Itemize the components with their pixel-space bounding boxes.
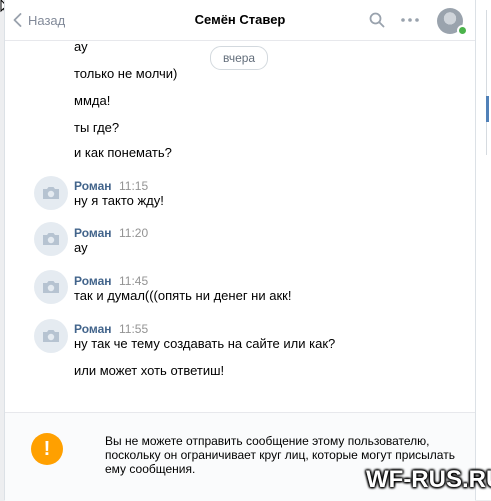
- site-watermark: WF-RUS.RU: [366, 466, 491, 493]
- camera-icon: [43, 281, 59, 293]
- date-separator: вчера: [210, 46, 269, 70]
- notice-text: ему сообщения.: [105, 462, 196, 476]
- back-label: Назад: [28, 12, 66, 28]
- camera-icon: [43, 233, 59, 245]
- side-panel-edge: [475, 0, 491, 500]
- message-author[interactable]: Роман: [74, 322, 112, 336]
- message-text: ну так че тему создавать на сайте или ка…: [74, 336, 336, 351]
- warning-icon: !: [31, 433, 63, 465]
- message-history[interactable]: ау вчера только не молчи) ммда! ты где? …: [5, 39, 475, 412]
- search-icon[interactable]: [369, 12, 385, 28]
- message-text: ммда!: [74, 93, 111, 108]
- message-avatar[interactable]: [34, 319, 68, 353]
- message-time: 11:15: [119, 179, 149, 193]
- message-avatar[interactable]: [34, 270, 68, 304]
- message-author[interactable]: Роман: [74, 274, 112, 288]
- scrollbar-track[interactable]: [486, 10, 487, 155]
- message-author[interactable]: Роман: [74, 179, 112, 193]
- message-avatar[interactable]: [34, 222, 68, 256]
- message-text: или может хоть ответиш!: [74, 363, 225, 378]
- chevron-left-icon: [13, 13, 22, 27]
- back-button[interactable]: Назад: [13, 9, 65, 31]
- message-text: ну я такто жду!: [74, 193, 164, 208]
- message-text: только не молчи): [74, 66, 178, 81]
- message-text: ау: [74, 240, 88, 255]
- message-text: ты где?: [74, 120, 120, 135]
- camera-icon: [43, 330, 59, 342]
- message-author[interactable]: Роман: [74, 226, 112, 240]
- message-avatar[interactable]: [34, 176, 68, 210]
- more-icon[interactable]: [401, 18, 419, 22]
- message-text: так и думал(((опять ни денег ни акк!: [74, 288, 292, 303]
- dialog-window: Назад Семён Ставер ау вчера только не мо…: [4, 0, 476, 501]
- message-text: и как понемать?: [74, 145, 172, 160]
- notice-text: Вы не можете отправить сообщение этому п…: [105, 434, 430, 448]
- message-time: 11:20: [119, 226, 149, 240]
- scrollbar-thumb[interactable]: [486, 96, 489, 122]
- online-indicator: [457, 25, 468, 36]
- dialog-header: Назад Семён Ставер: [5, 0, 475, 41]
- notice-text: поскольку он ограничивает круг лиц, кото…: [105, 448, 455, 462]
- camera-icon: [43, 187, 59, 199]
- message-time: 11:45: [119, 274, 149, 288]
- message-time: 11:55: [119, 322, 149, 336]
- message-text: ау: [74, 39, 88, 54]
